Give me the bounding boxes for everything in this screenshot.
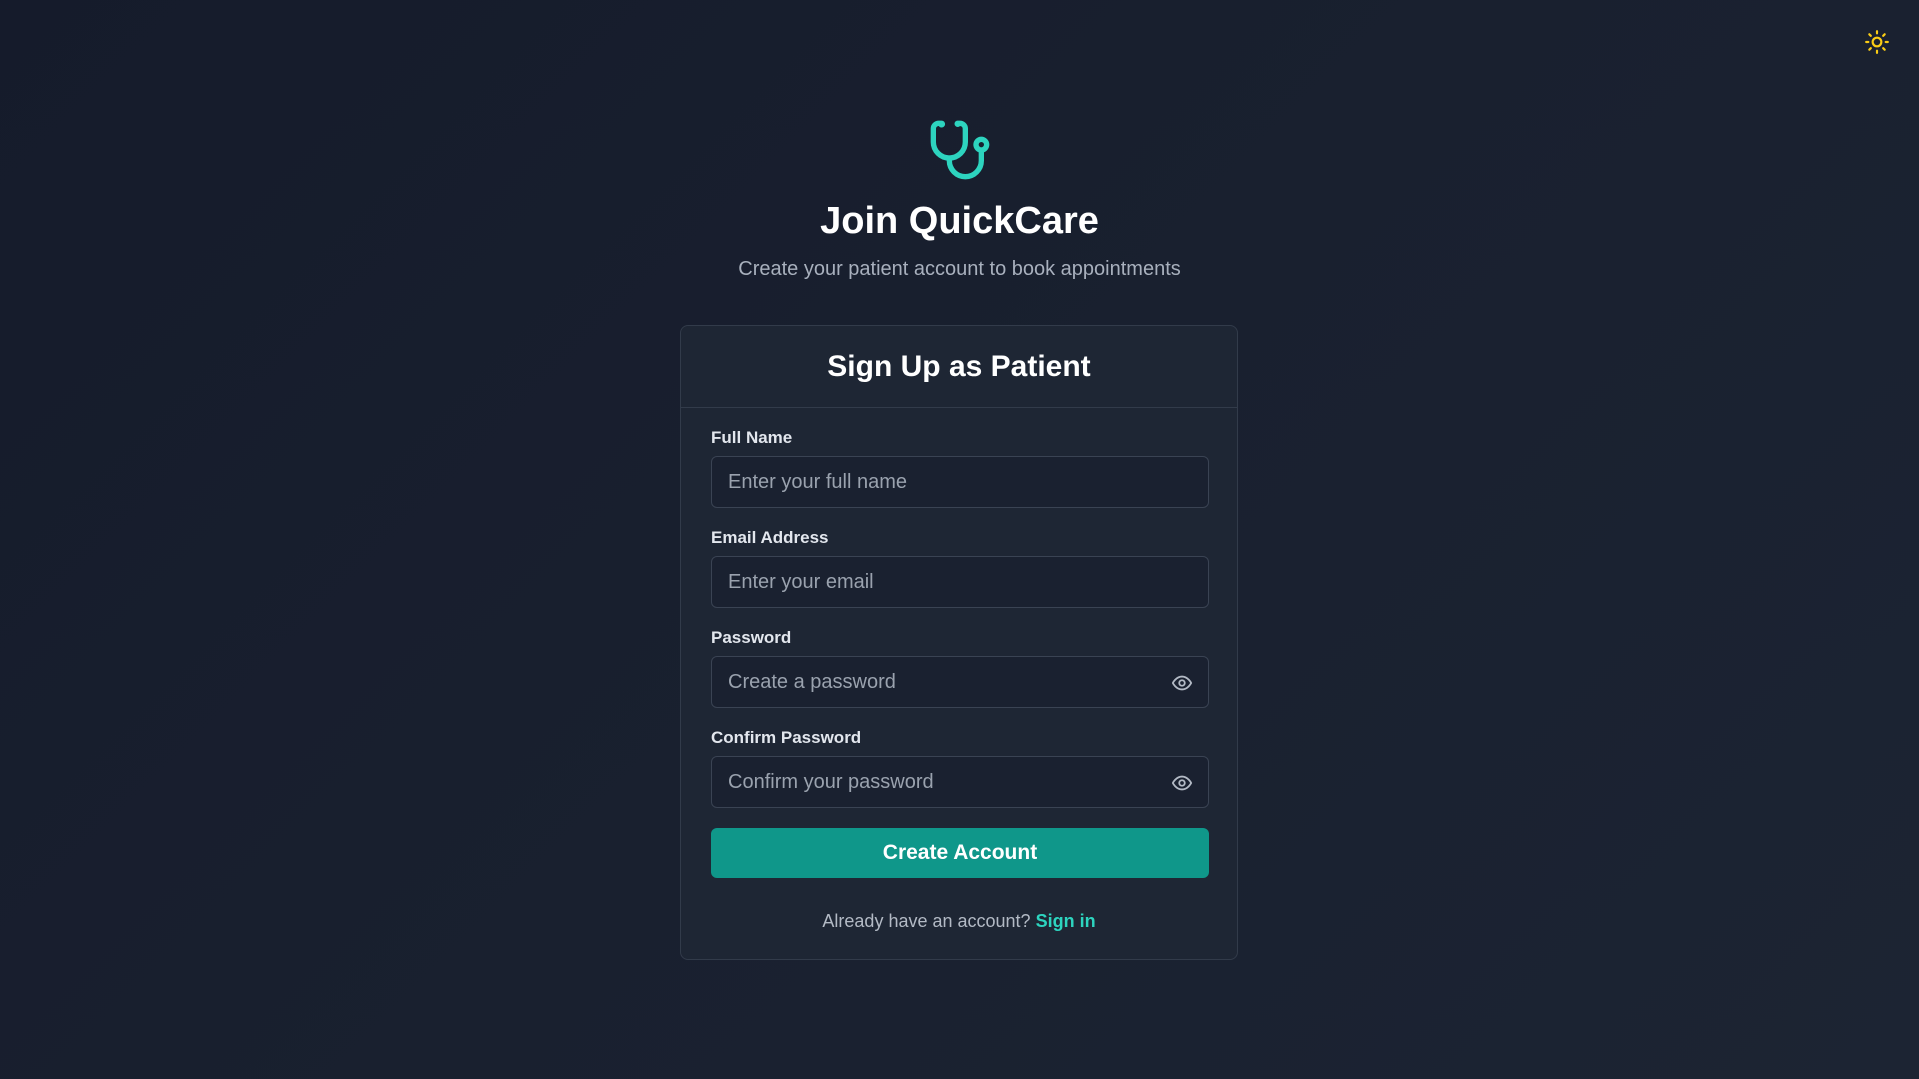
full-name-input[interactable]: [711, 456, 1209, 508]
eye-icon: [1171, 675, 1193, 691]
confirm-password-visibility-toggle[interactable]: [1169, 770, 1195, 796]
password-input[interactable]: [711, 656, 1209, 708]
page-title: Join QuickCare: [820, 200, 1099, 242]
signin-prompt: Already have an account? Sign in: [711, 911, 1207, 932]
password-visibility-toggle[interactable]: [1169, 670, 1195, 696]
card-title: Sign Up as Patient: [827, 349, 1091, 383]
full-name-label: Full Name: [711, 428, 793, 447]
email-label: Email Address: [711, 528, 829, 547]
confirm-password-field-group: Confirm Password: [711, 728, 1209, 808]
page-subtitle: Create your patient account to book appo…: [738, 258, 1181, 280]
sun-icon: [1865, 30, 1889, 54]
theme-toggle-button[interactable]: [1861, 26, 1893, 58]
email-input[interactable]: [711, 556, 1209, 608]
signup-card: Sign Up as Patient Full Name Email Addre…: [680, 325, 1238, 960]
signup-form: Full Name Email Address Password: [681, 408, 1237, 932]
card-header: Sign Up as Patient: [681, 326, 1237, 408]
signin-prompt-text: Already have an account?: [822, 911, 1031, 931]
signin-link[interactable]: Sign in: [1036, 911, 1096, 931]
email-field-group: Email Address: [711, 528, 1209, 608]
create-account-button[interactable]: Create Account: [711, 828, 1209, 878]
full-name-field-group: Full Name: [711, 428, 1209, 508]
confirm-password-input[interactable]: [711, 756, 1209, 808]
password-label: Password: [711, 628, 792, 647]
password-field-group: Password: [711, 628, 1209, 708]
page-header: Join QuickCare Create your patient accou…: [0, 118, 1919, 281]
stethoscope-icon: [930, 120, 989, 180]
eye-icon: [1171, 775, 1193, 791]
confirm-password-label: Confirm Password: [711, 728, 862, 747]
